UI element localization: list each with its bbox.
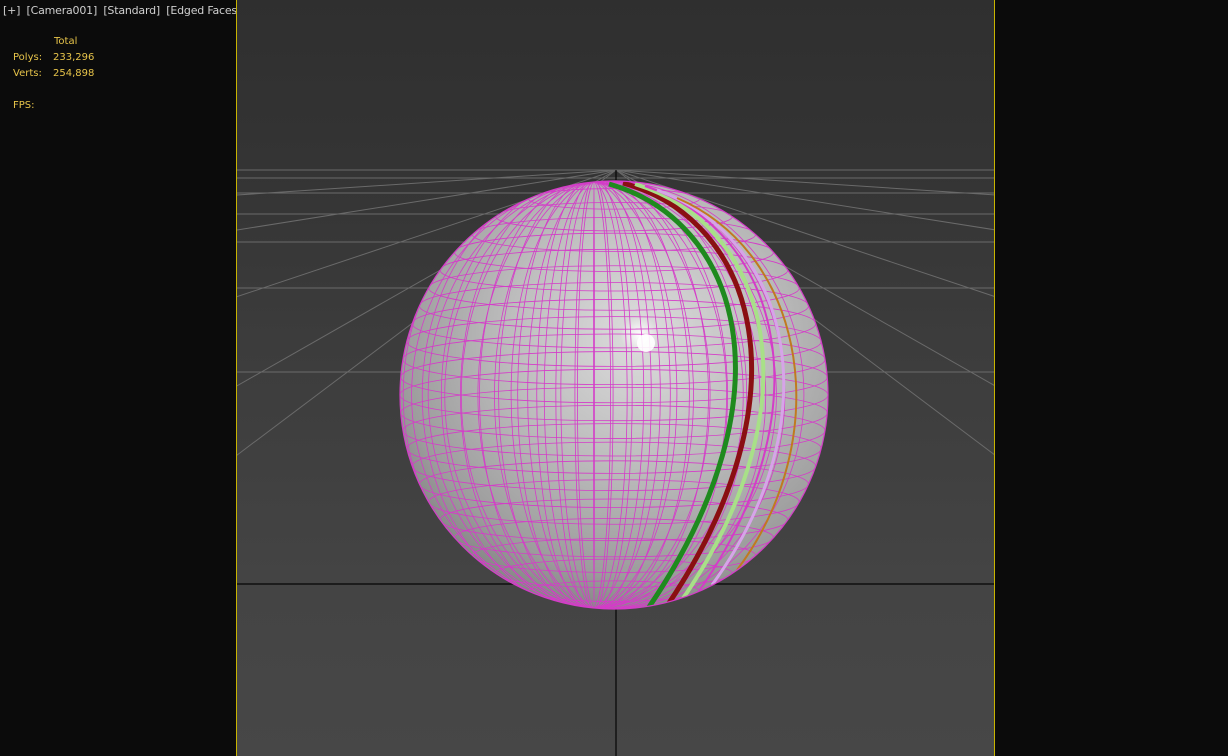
stats-polys-label: Polys:	[13, 52, 43, 63]
stats-verts-value: 254,898	[53, 68, 95, 79]
stats-verts-row: Verts: 254,898	[13, 68, 94, 79]
stats-fps-row: FPS:	[13, 100, 53, 111]
viewport-plus-menu[interactable]: [+]	[3, 4, 20, 17]
left-panel	[0, 0, 236, 756]
stats-polys-value: 233,296	[53, 52, 95, 63]
stats-fps-label: FPS:	[13, 100, 35, 111]
viewport-label-menu[interactable]: [+] [Camera001] [Standard] [Edged Faces]	[3, 4, 244, 17]
viewport-shading-menu[interactable]: [Standard]	[103, 4, 160, 17]
stats-polys-row: Polys: 233,296	[13, 52, 94, 63]
stats-verts-label: Verts:	[13, 68, 42, 79]
viewport-scene[interactable]	[237, 0, 995, 756]
viewport-camera-menu[interactable]: [Camera001]	[27, 4, 98, 17]
stats-total-header: Total	[54, 36, 78, 47]
right-panel	[995, 0, 1228, 756]
camera-viewport[interactable]	[236, 0, 995, 756]
sphere-mesh-icon[interactable]	[384, 180, 829, 610]
viewport-display-menu[interactable]: [Edged Faces]	[166, 4, 241, 17]
